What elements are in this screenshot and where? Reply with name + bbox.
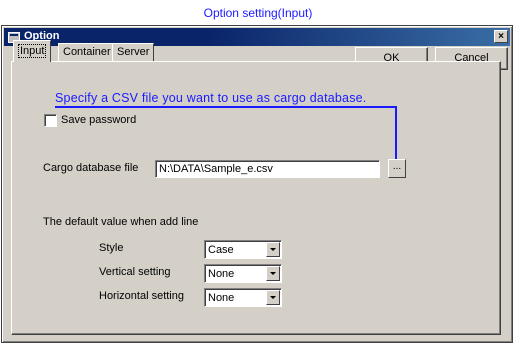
horizontal-setting-value: None <box>208 292 235 304</box>
cargo-db-label: Cargo database file <box>43 162 139 174</box>
style-label: Style <box>99 242 124 254</box>
browse-button[interactable]: ... <box>388 159 406 178</box>
chevron-down-icon[interactable] <box>266 242 280 257</box>
annotation-text: Specify a CSV file you want to use as ca… <box>55 91 367 105</box>
horizontal-setting-label: Horizontal setting <box>99 290 184 302</box>
tab-container-label: Container <box>63 46 111 58</box>
style-value: Case <box>208 244 234 256</box>
tab-input-label: Input <box>18 44 47 58</box>
tab-container[interactable]: Container <box>58 43 116 61</box>
defaults-heading: The default value when add line <box>43 216 199 228</box>
close-button[interactable]: × <box>494 30 508 43</box>
style-select[interactable]: Case <box>204 240 282 259</box>
horizontal-setting-select[interactable]: None <box>204 288 282 307</box>
save-password-label: Save password <box>61 114 137 126</box>
chevron-down-icon[interactable] <box>266 266 280 281</box>
vertical-setting-label: Vertical setting <box>99 266 171 278</box>
tab-input[interactable]: Input <box>13 40 52 62</box>
annotation-pointer <box>395 106 397 162</box>
vertical-setting-select[interactable]: None <box>204 264 282 283</box>
annotation-underline <box>55 106 397 108</box>
save-password-checkbox[interactable] <box>44 114 57 127</box>
tab-server-label: Server <box>117 46 150 58</box>
chevron-down-icon[interactable] <box>266 290 280 305</box>
cargo-db-field[interactable]: N:\DATA\Sample_e.csv <box>155 160 380 178</box>
page-caption: Option setting(Input) <box>203 6 313 20</box>
tab-server[interactable]: Server <box>112 43 155 61</box>
vertical-setting-value: None <box>208 268 235 280</box>
